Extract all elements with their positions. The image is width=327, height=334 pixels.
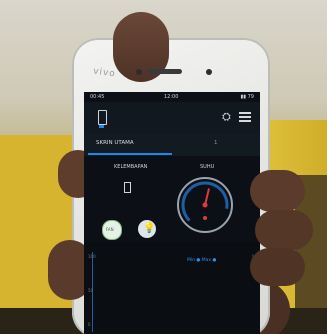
phone-icon[interactable]	[98, 110, 107, 125]
axis-label-mid: 50	[88, 288, 94, 293]
lightbulb-icon: 💡	[143, 223, 156, 234]
fan-icon: FAN	[106, 227, 114, 232]
tab-bar: SKRIN UTAMA 1	[84, 134, 260, 156]
graph-legend: Min ● Max ●	[187, 258, 217, 263]
proximity-sensor	[206, 69, 212, 75]
fan-button[interactable]: FAN	[102, 220, 122, 240]
status-left: 00:45	[90, 94, 105, 100]
light-button[interactable]: 💡	[138, 220, 156, 238]
tab-skrin-utama[interactable]: SKRIN UTAMA	[96, 140, 134, 146]
status-time: 12:00	[164, 94, 179, 100]
front-camera	[136, 69, 142, 75]
tab-secondary[interactable]: 1	[214, 140, 218, 146]
finger-right-1	[250, 170, 305, 212]
humidity-title: KELEMBAPAN	[114, 164, 148, 170]
status-bar: 00:45 12:00 ▮▮ 79	[84, 92, 260, 102]
finger-right-3	[250, 248, 305, 286]
humidity-icon	[124, 182, 131, 193]
axis-label-top: 100	[88, 254, 96, 259]
phone-screen: 00:45 12:00 ▮▮ 79 ⛭ SKRIN UTAMA 1 KELEMB…	[84, 92, 260, 334]
photo-scene: vivo 00:45 12:00 ▮▮ 79 ⛭ SKRIN UTAMA 1 K…	[0, 0, 327, 334]
phone-speaker	[148, 69, 182, 74]
axis-label-bottom: 0	[88, 322, 91, 327]
active-tab-indicator	[88, 153, 172, 155]
status-right: ▮▮ 79	[240, 94, 254, 100]
phone-indicator	[99, 125, 104, 128]
finger-right-2	[255, 210, 313, 250]
menu-icon[interactable]	[239, 112, 251, 123]
app-bar: ⛭	[84, 102, 260, 134]
temperature-title: SUHU	[200, 164, 215, 170]
temperature-gauge	[177, 177, 233, 233]
tools-icon[interactable]: ⛭	[222, 111, 234, 123]
graph-area	[84, 242, 260, 334]
